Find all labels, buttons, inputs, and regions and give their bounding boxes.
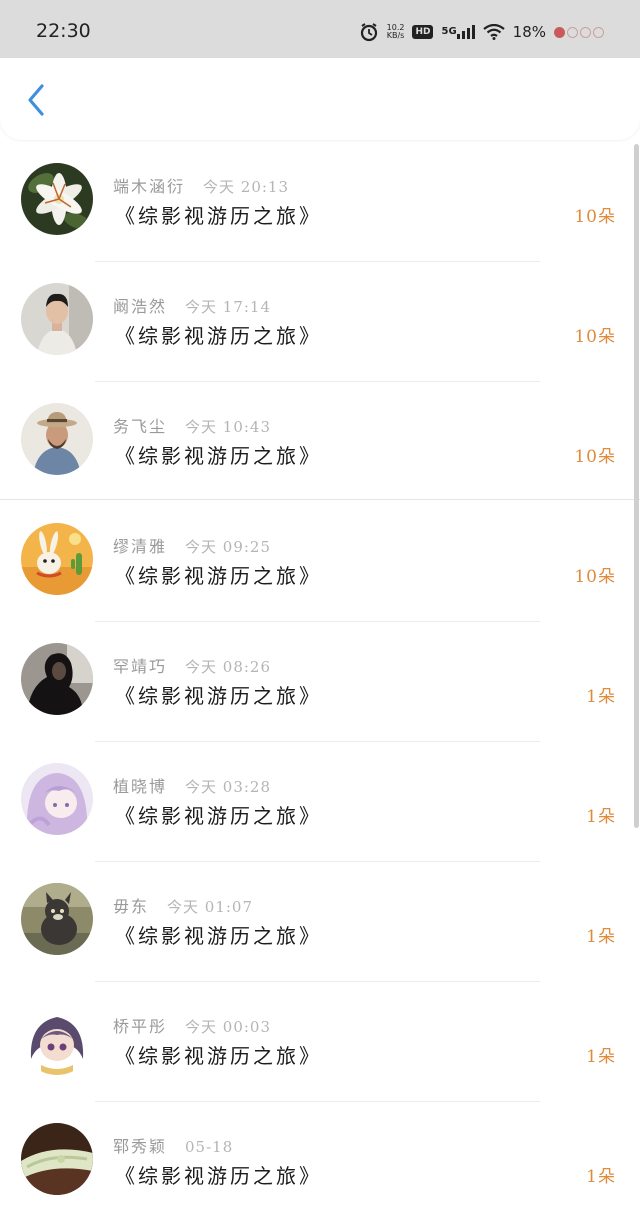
gift-count: 1朵 [586, 927, 616, 947]
avatar[interactable] [21, 523, 93, 595]
book-title: 《综影视游历之旅》 [115, 444, 322, 468]
book-title: 《综影视游历之旅》 [115, 1044, 322, 1068]
nav-bar [0, 58, 640, 140]
gift-time: 今天 10:43 [185, 418, 272, 436]
sender-line: 务飞尘 今天 10:43 [113, 413, 271, 437]
book-title: 《综影视游历之旅》 [115, 564, 322, 588]
sender-line: 缪清雅 今天 09:25 [113, 533, 271, 557]
book-title: 《综影视游历之旅》 [115, 804, 322, 828]
chevron-left-icon [28, 84, 44, 116]
battery-icon [554, 26, 604, 38]
scrollbar[interactable] [634, 144, 639, 828]
gift-count: 1朵 [586, 807, 616, 827]
battery-percent: 18% [512, 23, 546, 41]
gift-time: 今天 01:07 [167, 898, 254, 916]
sender-name: 务飞尘 [113, 417, 168, 436]
net-speed: 10.2 KB/s [386, 23, 405, 40]
book-title: 《综影视游历之旅》 [115, 204, 322, 228]
status-bar: 22:30 10.2 KB/s HD 5G 18% [0, 0, 640, 60]
sender-line: 郓秀颖 05-18 [113, 1133, 233, 1157]
sender-line: 毋东 今天 01:07 [113, 893, 253, 917]
sender-name: 植晓博 [113, 777, 168, 796]
sender-line: 端木涵衍 今天 20:13 [113, 173, 289, 197]
book-title: 《综影视游历之旅》 [115, 684, 322, 708]
alarm-icon [359, 22, 379, 42]
list-item[interactable]: 罕靖巧 今天 08:26 《综影视游历之旅》 1朵 [0, 622, 640, 742]
sender-name: 罕靖巧 [113, 657, 168, 676]
gift-count: 1朵 [586, 1047, 616, 1067]
avatar[interactable] [21, 163, 93, 235]
list-item[interactable]: 毋东 今天 01:07 《综影视游历之旅》 1朵 [0, 862, 640, 982]
gift-time: 今天 08:26 [185, 658, 272, 676]
list-item[interactable]: 郓秀颖 05-18 《综影视游历之旅》 1朵 [0, 1102, 640, 1212]
book-title: 《综影视游历之旅》 [115, 324, 322, 348]
wifi-icon [482, 24, 505, 40]
avatar[interactable] [21, 1123, 93, 1195]
avatar[interactable] [21, 763, 93, 835]
status-icons: 10.2 KB/s HD 5G 18% [359, 20, 604, 44]
sender-name: 阚浩然 [113, 297, 168, 316]
gift-count: 10朵 [574, 207, 616, 227]
sender-name: 毋东 [113, 897, 150, 916]
gift-time: 今天 09:25 [185, 538, 272, 556]
sender-name: 桥平彤 [113, 1017, 168, 1036]
gift-count: 1朵 [586, 687, 616, 707]
list-item[interactable]: 阚浩然 今天 17:14 《综影视游历之旅》 10朵 [0, 262, 640, 382]
list-item[interactable]: 端木涵衍 今天 20:13 《综影视游历之旅》 10朵 [0, 142, 640, 262]
gift-count: 1朵 [586, 1167, 616, 1187]
gift-count: 10朵 [574, 567, 616, 587]
section-divider [0, 499, 640, 500]
book-title: 《综影视游历之旅》 [115, 924, 322, 948]
sender-name: 郓秀颖 [113, 1137, 168, 1156]
hd-badge: HD [412, 25, 434, 39]
sender-line: 罕靖巧 今天 08:26 [113, 653, 271, 677]
sender-name: 缪清雅 [113, 537, 168, 556]
sender-name: 端木涵衍 [113, 177, 186, 196]
avatar[interactable] [21, 403, 93, 475]
sender-line: 阚浩然 今天 17:14 [113, 293, 271, 317]
gift-count: 10朵 [574, 327, 616, 347]
gift-list: 端木涵衍 今天 20:13 《综影视游历之旅》 10朵 阚浩然 今天 17:14 《… [0, 142, 640, 1212]
sender-line: 桥平彤 今天 00:03 [113, 1013, 271, 1037]
avatar[interactable] [21, 643, 93, 715]
avatar[interactable] [21, 883, 93, 955]
avatar[interactable] [21, 1003, 93, 1075]
status-time: 22:30 [36, 20, 91, 42]
list-item[interactable]: 桥平彤 今天 00:03 《综影视游历之旅》 1朵 [0, 982, 640, 1102]
gift-time: 05-18 [185, 1138, 234, 1156]
list-item[interactable]: 缪清雅 今天 09:25 《综影视游历之旅》 10朵 [0, 502, 640, 622]
gift-time: 今天 17:14 [185, 298, 272, 316]
book-title: 《综影视游历之旅》 [115, 1164, 322, 1188]
gift-time: 今天 03:28 [185, 778, 272, 796]
gift-time: 今天 20:13 [203, 178, 290, 196]
list-item[interactable]: 务飞尘 今天 10:43 《综影视游历之旅》 10朵 [0, 382, 640, 502]
avatar[interactable] [21, 283, 93, 355]
list-item[interactable]: 植晓博 今天 03:28 《综影视游历之旅》 1朵 [0, 742, 640, 862]
signal-icon: 5G [441, 25, 475, 39]
back-button[interactable] [18, 80, 54, 120]
gift-count: 10朵 [574, 447, 616, 467]
gift-time: 今天 00:03 [185, 1018, 272, 1036]
sender-line: 植晓博 今天 03:28 [113, 773, 271, 797]
